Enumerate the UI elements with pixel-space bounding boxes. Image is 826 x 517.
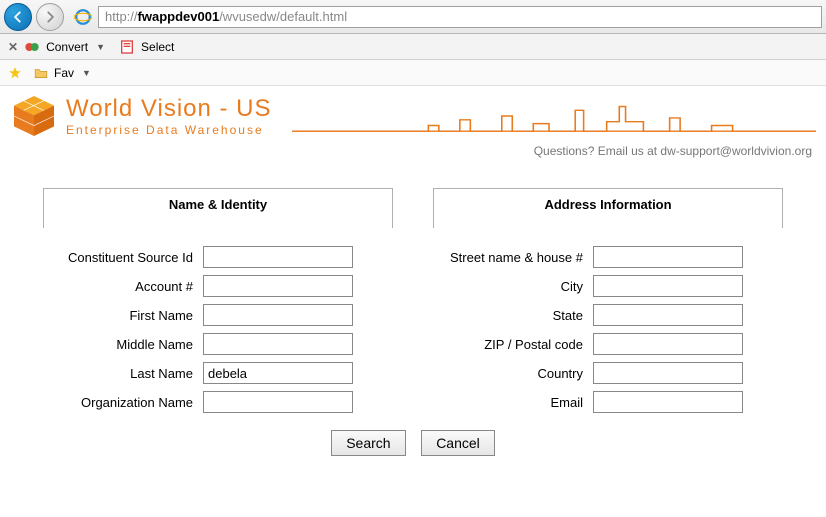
account-field[interactable] xyxy=(203,275,353,297)
favorites-bar: Fav ▼ xyxy=(0,60,826,86)
zip-field[interactable] xyxy=(593,333,743,355)
url-host: fwappdev001 xyxy=(138,9,220,24)
ie-logo-icon xyxy=(74,8,92,26)
fav-folder[interactable]: Fav xyxy=(54,66,74,80)
street-field[interactable] xyxy=(593,246,743,268)
pdf-toolbar: ✕ Convert ▼ Select xyxy=(0,34,826,60)
org-name-field[interactable] xyxy=(203,391,353,413)
brand-subtitle: Enterprise Data Warehouse xyxy=(66,123,272,137)
section-name-identity: Name & Identity xyxy=(43,188,393,228)
first-name-field[interactable] xyxy=(203,304,353,326)
cube-logo-icon xyxy=(10,92,58,140)
url-path: /wvusedw/default.html xyxy=(219,9,347,24)
label-org-name: Organization Name xyxy=(43,395,203,410)
label-city: City xyxy=(433,279,593,294)
label-first-name: First Name xyxy=(43,308,203,323)
browser-nav-bar: http://fwappdev001/wvusedw/default.html xyxy=(0,0,826,34)
label-state: State xyxy=(433,308,593,323)
support-text: Questions? Email us at dw-support@worldv… xyxy=(534,144,812,158)
forward-button[interactable] xyxy=(36,3,64,31)
city-field[interactable] xyxy=(593,275,743,297)
fav-dropdown-icon[interactable]: ▼ xyxy=(82,68,91,78)
back-button[interactable] xyxy=(4,3,32,31)
label-last-name: Last Name xyxy=(43,366,203,381)
select-icon xyxy=(119,39,135,55)
folder-icon xyxy=(34,66,48,80)
convert-icon xyxy=(24,39,40,55)
label-zip: ZIP / Postal code xyxy=(433,337,593,352)
url-protocol: http:// xyxy=(105,9,138,24)
label-account: Account # xyxy=(43,279,203,294)
page-header: World Vision - US Enterprise Data Wareho… xyxy=(0,86,826,140)
convert-button[interactable]: Convert xyxy=(46,40,88,54)
label-middle-name: Middle Name xyxy=(43,337,203,352)
state-field[interactable] xyxy=(593,304,743,326)
last-name-field[interactable] xyxy=(203,362,353,384)
label-country: Country xyxy=(433,366,593,381)
email-field[interactable] xyxy=(593,391,743,413)
label-street: Street name & house # xyxy=(433,250,593,265)
skyline-graphic xyxy=(292,97,816,135)
middle-name-field[interactable] xyxy=(203,333,353,355)
url-bar[interactable]: http://fwappdev001/wvusedw/default.html xyxy=(98,6,822,28)
brand-title: World Vision - US xyxy=(66,95,272,123)
country-field[interactable] xyxy=(593,362,743,384)
select-button[interactable]: Select xyxy=(141,40,174,54)
close-toolbar-icon[interactable]: ✕ xyxy=(8,40,18,54)
add-favorite-icon[interactable] xyxy=(8,66,22,80)
label-constituent-id: Constituent Source Id xyxy=(43,250,203,265)
convert-dropdown-icon[interactable]: ▼ xyxy=(96,42,105,52)
cancel-button[interactable]: Cancel xyxy=(421,430,495,456)
search-button[interactable]: Search xyxy=(331,430,405,456)
label-email: Email xyxy=(433,395,593,410)
section-address: Address Information xyxy=(433,188,783,228)
search-form: Name & Identity Constituent Source Id Ac… xyxy=(0,188,826,420)
constituent-id-field[interactable] xyxy=(203,246,353,268)
